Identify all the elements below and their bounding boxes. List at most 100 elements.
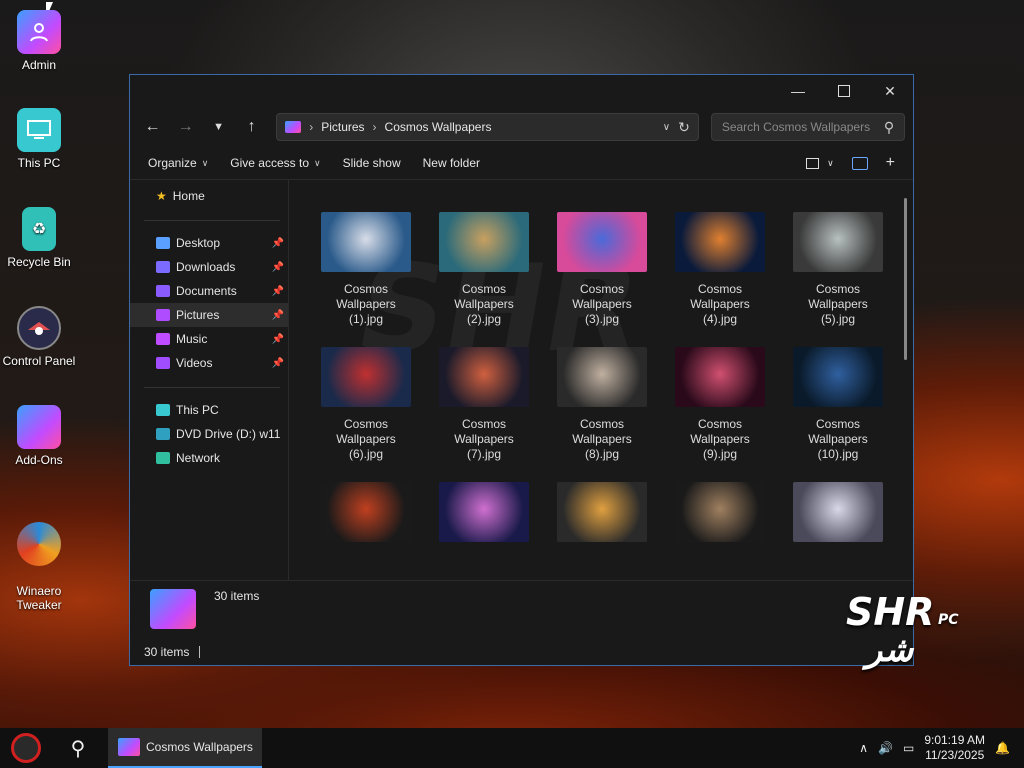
folder-icon bbox=[118, 738, 140, 756]
pin-icon[interactable]: 📌 bbox=[272, 262, 284, 273]
organize-menu[interactable]: Organize ∨ bbox=[140, 156, 216, 170]
close-button[interactable]: ✕ bbox=[867, 75, 913, 107]
image-thumbnail bbox=[557, 347, 647, 407]
pin-icon[interactable]: 📌 bbox=[272, 334, 284, 345]
clock-time: 9:01:19 AM bbox=[924, 733, 986, 747]
file-list: SHR Cosmos Wallpapers (1).jpg Cosmos Wall… bbox=[289, 180, 913, 581]
file-item[interactable] bbox=[307, 482, 425, 552]
preview-pane-icon[interactable] bbox=[851, 156, 868, 170]
file-item[interactable]: Cosmos Wallpapers (3).jpg bbox=[543, 212, 661, 327]
system-tray: ∧ 🔊 ▭ 9:01:19 AM 11/23/2025 🔔 bbox=[859, 733, 1024, 763]
nav-item-label: Home bbox=[172, 189, 205, 203]
pin-icon[interactable]: 📌 bbox=[272, 358, 284, 369]
pin-icon[interactable]: 📌 bbox=[272, 238, 284, 249]
image-thumbnail bbox=[321, 347, 411, 407]
start-button[interactable] bbox=[6, 728, 46, 768]
desktop-icon-control-panel[interactable]: Control Panel bbox=[0, 306, 78, 368]
image-thumbnail bbox=[439, 347, 529, 407]
star-icon: ★ bbox=[156, 189, 167, 203]
pin-icon[interactable]: 📌 bbox=[272, 286, 284, 297]
notification-bell-icon[interactable]: 🔔 bbox=[995, 741, 1010, 755]
chevron-up-icon[interactable]: ∧ bbox=[859, 741, 868, 755]
file-item[interactable]: Cosmos Wallpapers (1).jpg bbox=[307, 212, 425, 327]
address-bar[interactable]: › Pictures › Cosmos Wallpapers ∨ ↻ bbox=[276, 113, 699, 141]
desktop-folder-icon bbox=[156, 237, 170, 249]
image-thumbnail bbox=[439, 482, 529, 542]
chevron-down-icon: ∨ bbox=[827, 157, 834, 168]
nav-item-pictures[interactable]: Pictures 📌 bbox=[130, 303, 288, 327]
file-item[interactable] bbox=[543, 482, 661, 552]
file-name: Cosmos Wallpapers (8).jpg bbox=[572, 417, 632, 461]
vertical-scrollbar[interactable] bbox=[904, 198, 907, 360]
navigation-pane: ★ Home Desktop 📌 Downloads 📌 Documents 📌 bbox=[130, 180, 288, 581]
file-item[interactable]: Cosmos Wallpapers (5).jpg bbox=[779, 212, 897, 327]
nav-item-this-pc[interactable]: This PC bbox=[130, 398, 288, 422]
nav-item-dvd-drive[interactable]: DVD Drive (D:) w11 bbox=[130, 422, 288, 446]
file-item[interactable]: Cosmos Wallpapers (4).jpg bbox=[661, 212, 779, 327]
volume-icon[interactable]: 🔊 bbox=[878, 741, 893, 755]
file-item[interactable]: Cosmos Wallpapers (10).jpg bbox=[779, 347, 897, 462]
minimize-button[interactable]: — bbox=[775, 75, 821, 107]
view-icon bbox=[806, 157, 820, 169]
nav-item-videos[interactable]: Videos 📌 bbox=[130, 351, 288, 375]
file-name: Cosmos Wallpapers (2).jpg bbox=[454, 282, 514, 326]
recent-locations-button[interactable]: ▼ bbox=[204, 112, 233, 142]
nav-item-downloads[interactable]: Downloads 📌 bbox=[130, 255, 288, 279]
add-icon[interactable]: + bbox=[886, 154, 895, 172]
network-icon bbox=[156, 452, 170, 464]
chevron-down-icon: ▼ bbox=[213, 121, 225, 133]
taskbar-search-button[interactable]: ⚲ bbox=[58, 728, 98, 768]
network-status-icon[interactable]: ▭ bbox=[903, 741, 914, 755]
status-item-count: 30 items bbox=[144, 645, 190, 659]
give-access-menu[interactable]: Give access to ∨ bbox=[222, 156, 328, 170]
nav-item-music[interactable]: Music 📌 bbox=[130, 327, 288, 351]
up-button[interactable]: ↑ bbox=[237, 112, 266, 142]
search-icon[interactable]: ⚲ bbox=[884, 119, 894, 136]
nav-item-desktop[interactable]: Desktop 📌 bbox=[130, 231, 288, 255]
organize-label: Organize bbox=[148, 156, 197, 170]
folder-icon bbox=[17, 405, 61, 449]
chevron-right-icon: › bbox=[372, 120, 377, 134]
nav-item-documents[interactable]: Documents 📌 bbox=[130, 279, 288, 303]
nav-item-home[interactable]: ★ Home bbox=[130, 184, 288, 208]
file-item[interactable]: Cosmos Wallpapers (6).jpg bbox=[307, 347, 425, 462]
status-separator bbox=[199, 646, 201, 658]
give-access-label: Give access to bbox=[230, 156, 309, 170]
file-item[interactable]: Cosmos Wallpapers (9).jpg bbox=[661, 347, 779, 462]
desktop-icon-recycle-bin[interactable]: ♻ Recycle Bin bbox=[0, 207, 78, 269]
explorer-body: ★ Home Desktop 📌 Downloads 📌 Documents 📌 bbox=[130, 180, 913, 581]
minimize-icon: — bbox=[791, 83, 805, 99]
file-item[interactable] bbox=[779, 482, 897, 552]
nav-item-network[interactable]: Network bbox=[130, 446, 288, 470]
breadcrumb-pictures[interactable]: Pictures bbox=[321, 120, 364, 134]
back-button[interactable]: ← bbox=[138, 112, 167, 142]
nav-item-label: Documents bbox=[176, 284, 237, 298]
breadcrumb-cosmos-wallpapers[interactable]: Cosmos Wallpapers bbox=[385, 120, 492, 134]
pin-icon[interactable]: 📌 bbox=[272, 310, 284, 321]
taskbar: ⚲ Cosmos Wallpapers ∧ 🔊 ▭ 9:01:19 AM 11/… bbox=[0, 728, 1024, 768]
file-item[interactable]: Cosmos Wallpapers (7).jpg bbox=[425, 347, 543, 462]
downloads-folder-icon bbox=[156, 261, 170, 273]
maximize-button[interactable] bbox=[821, 75, 867, 107]
file-item[interactable] bbox=[661, 482, 779, 552]
clock[interactable]: 9:01:19 AM 11/23/2025 bbox=[924, 733, 985, 763]
slide-show-button[interactable]: Slide show bbox=[335, 156, 409, 170]
taskbar-app-explorer[interactable]: Cosmos Wallpapers bbox=[108, 728, 262, 768]
shr-pc-logo: SHR PC شر bbox=[846, 590, 966, 680]
recycle-bin-icon: ♻ bbox=[22, 207, 56, 251]
new-folder-button[interactable]: New folder bbox=[415, 156, 488, 170]
navigation-row: ← → ▼ ↑ › Pictures › Cosmos Wallpapers ∨… bbox=[130, 107, 913, 147]
pictures-folder-icon bbox=[285, 121, 302, 133]
address-dropdown-icon[interactable]: ∨ bbox=[663, 122, 670, 133]
refresh-icon[interactable]: ↻ bbox=[678, 119, 690, 136]
file-item[interactable]: Cosmos Wallpapers (8).jpg bbox=[543, 347, 661, 462]
search-input[interactable] bbox=[719, 119, 884, 135]
desktop-icon-winaero-tweaker[interactable]: Winaero Tweaker bbox=[0, 508, 78, 626]
file-item[interactable] bbox=[425, 482, 543, 552]
forward-button[interactable]: → bbox=[171, 112, 200, 142]
view-options-button[interactable]: ∨ bbox=[806, 157, 834, 169]
desktop-icon-this-pc[interactable]: This PC bbox=[0, 108, 78, 170]
desktop-icon-admin[interactable]: Admin bbox=[0, 10, 78, 72]
desktop-icon-add-ons[interactable]: Add-Ons bbox=[0, 405, 78, 467]
file-item[interactable]: Cosmos Wallpapers (2).jpg bbox=[425, 212, 543, 327]
